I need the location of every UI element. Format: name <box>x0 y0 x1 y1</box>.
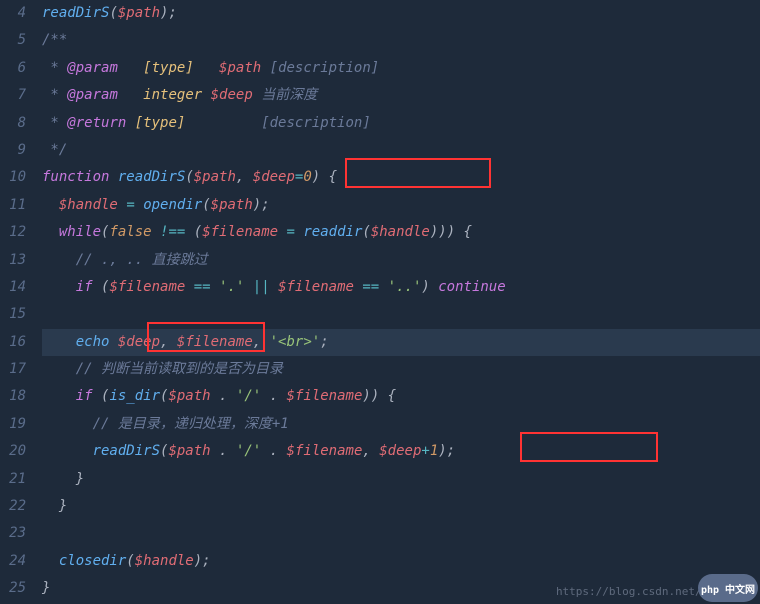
code-line[interactable]: } <box>42 466 760 493</box>
line-number: 17 <box>6 356 26 383</box>
line-number: 23 <box>6 520 26 547</box>
line-number: 12 <box>6 219 26 246</box>
code-editor[interactable]: 4 5 6 7 8 9 10 11 12 13 14 15 16 17 18 1… <box>0 0 760 604</box>
line-number: 13 <box>6 247 26 274</box>
code-line[interactable]: if (is_dir($path . '/' . $filename)) { <box>42 383 760 410</box>
code-line[interactable]: // 是目录，递归处理，深度+1 <box>42 411 760 438</box>
code-line[interactable]: function readDirS($path, $deep=0) { <box>42 164 760 191</box>
code-line[interactable]: */ <box>42 137 760 164</box>
line-number-gutter: 4 5 6 7 8 9 10 11 12 13 14 15 16 17 18 1… <box>0 0 38 604</box>
code-content[interactable]: readDirS($path); /** * @param [type] $pa… <box>38 0 760 604</box>
line-number: 24 <box>6 548 26 575</box>
line-number: 7 <box>6 82 26 109</box>
line-number: 10 <box>6 164 26 191</box>
code-line[interactable]: if ($filename == '.' || $filename == '..… <box>42 274 760 301</box>
code-line-highlighted[interactable]: echo $deep, $filename, '<br>'; <box>42 329 760 356</box>
line-number: 8 <box>6 110 26 137</box>
php-logo: php 中文网 <box>698 574 758 602</box>
code-line[interactable]: * @param [type] $path [description] <box>42 55 760 82</box>
line-number: 19 <box>6 411 26 438</box>
code-line[interactable]: * @param integer $deep 当前深度 <box>42 82 760 109</box>
code-line[interactable]: // 判断当前读取到的是否为目录 <box>42 356 760 383</box>
line-number: 21 <box>6 466 26 493</box>
line-number: 6 <box>6 55 26 82</box>
line-number: 20 <box>6 438 26 465</box>
line-number: 18 <box>6 383 26 410</box>
line-number: 15 <box>6 301 26 328</box>
line-number: 9 <box>6 137 26 164</box>
line-number: 25 <box>6 575 26 602</box>
code-line[interactable] <box>42 301 760 328</box>
code-line[interactable]: readDirS($path); <box>42 0 760 27</box>
line-number: 16 <box>6 329 26 356</box>
code-line[interactable]: while(false !== ($filename = readdir($ha… <box>42 219 760 246</box>
line-number: 5 <box>6 27 26 54</box>
line-number: 14 <box>6 274 26 301</box>
line-number: 11 <box>6 192 26 219</box>
code-line[interactable]: $handle = opendir($path); <box>42 192 760 219</box>
code-line[interactable] <box>42 520 760 547</box>
line-number: 4 <box>6 0 26 27</box>
code-line[interactable]: readDirS($path . '/' . $filename, $deep+… <box>42 438 760 465</box>
code-line[interactable]: // ., .. 直接跳过 <box>42 247 760 274</box>
line-number: 22 <box>6 493 26 520</box>
code-line[interactable]: closedir($handle); <box>42 548 760 575</box>
code-line[interactable]: /** <box>42 27 760 54</box>
code-line[interactable]: } <box>42 493 760 520</box>
code-line[interactable]: * @return [type] [description] <box>42 110 760 137</box>
